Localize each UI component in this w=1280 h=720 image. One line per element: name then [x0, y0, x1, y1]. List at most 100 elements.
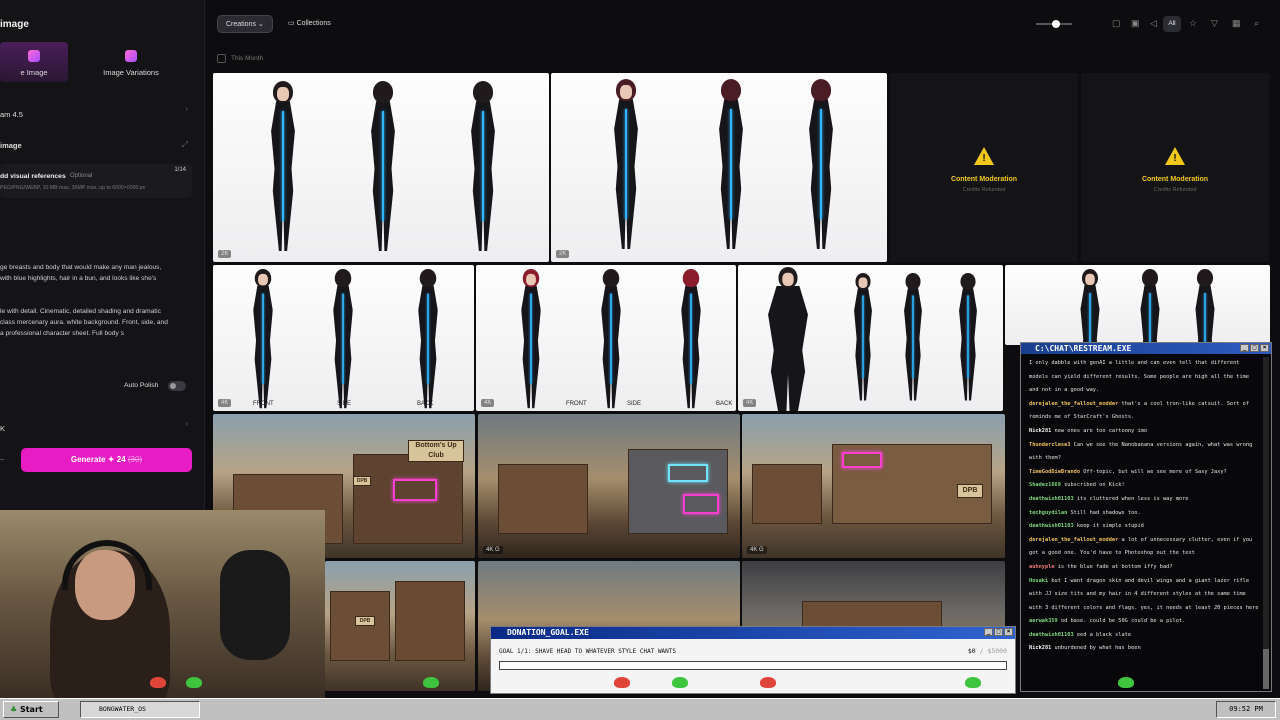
chat-messages: I only dabble with genAI a little and ca… [1029, 357, 1261, 689]
chat-username[interactable]: deathwish01103 [1029, 496, 1074, 502]
chat-username[interactable]: Shadez1669 [1029, 482, 1061, 488]
maximize-button[interactable]: □ [1250, 344, 1259, 352]
chat-message: Shadez1669 subscribed on Kick! [1029, 479, 1261, 493]
expand-icon[interactable]: ⤢ [182, 140, 188, 150]
visual-reference-dropzone[interactable]: dd visual references Optional 1/14 PEG/P… [0, 164, 192, 198]
prompt-textarea[interactable]: ge breasts and body that would make any … [0, 262, 192, 339]
minimize-button[interactable]: _ [1240, 344, 1249, 352]
building [628, 449, 728, 534]
frog-sprite [614, 677, 630, 688]
donation-titlebar[interactable]: DONATION_GOAL.EXE _ □ × [491, 627, 1015, 639]
this-month-checkbox[interactable] [217, 54, 226, 63]
chat-title: C:\CHAT\RESTREAM.EXE [1035, 344, 1132, 353]
chat-scroll-thumb[interactable] [1263, 649, 1269, 689]
gallery-image[interactable]: 2K [213, 73, 549, 262]
star-icon[interactable]: ☆ [1189, 18, 1197, 29]
chat-username[interactable]: Nick281 [1029, 645, 1051, 651]
model-selector[interactable]: am 4.5 [0, 110, 23, 119]
gallery-image[interactable]: FRONT SIDE BACK 4K [213, 265, 474, 411]
chat-username[interactable]: Hosaki [1029, 578, 1048, 584]
screen: image e Image Image Variations am 4.5 › … [0, 0, 1280, 720]
taskbar-window-item[interactable]: BONGWATER_OS [80, 701, 200, 718]
gallery-image[interactable]: DPB 4K G [742, 414, 1005, 558]
frog-sprite [423, 677, 439, 688]
tab-image-variations[interactable]: Image Variations [90, 42, 172, 82]
maximize-button[interactable]: □ [994, 628, 1003, 636]
character-front [596, 79, 656, 259]
chat-message: derejalen_the_fallout_modder that's a co… [1029, 398, 1261, 425]
image-filter-icon[interactable]: ▢ [1112, 18, 1121, 29]
label-side: SIDE [627, 401, 642, 407]
chat-message: Thunderclese3 Can we see the Nanobanana … [1029, 439, 1261, 466]
grid-icon[interactable]: ▦ [1232, 18, 1241, 29]
chat-username[interactable]: techguydilan [1029, 510, 1067, 516]
prompt-line: ge breasts and body that would make any … [0, 264, 162, 271]
close-button[interactable]: × [1260, 344, 1269, 352]
moderated-tile[interactable]: ! Content Moderation Credits Refunded [890, 73, 1078, 262]
auto-polish-toggle[interactable] [168, 381, 186, 391]
task-label: BONGWATER_OS [99, 705, 146, 713]
character-back [403, 269, 452, 409]
gallery-image[interactable]: 4K G [478, 414, 740, 558]
donation-progress-bar [499, 661, 1007, 670]
video-filter-icon[interactable]: ▣ [1131, 18, 1140, 29]
label-side: SIDE [337, 401, 352, 407]
chat-window[interactable]: C:\CHAT\RESTREAM.EXE _ □ × I only dabble… [1020, 342, 1272, 692]
gallery-image[interactable]: DPB [325, 561, 475, 691]
zoom-slider-handle[interactable] [1052, 20, 1060, 28]
chat-username[interactable]: deathwish01103 [1029, 523, 1074, 529]
minimize-button[interactable]: _ [984, 628, 993, 636]
label-back: BACK [417, 401, 434, 407]
chat-username[interactable]: TimeGodDieBrando [1029, 469, 1080, 475]
chat-username[interactable]: deathwish01103 [1029, 632, 1074, 638]
gallery-image[interactable]: 4K [738, 265, 1003, 411]
generation-panel: image e Image Image Variations am 4.5 › … [0, 0, 205, 510]
panel-title: image [0, 19, 29, 30]
sparkle-icon: ✦ [107, 455, 115, 464]
creations-label: Creations [226, 21, 256, 28]
chat-message: I only dabble with genAI a little and ca… [1029, 357, 1261, 398]
chat-username[interactable]: aerwak359 [1029, 618, 1058, 624]
start-button[interactable]: ♣ Start [3, 701, 59, 718]
gallery-image[interactable]: FRONT SIDE BACK 4K [476, 265, 736, 411]
dpb-sign: DPB [957, 484, 983, 498]
taskbar: ♣ Start BONGWATER_OS 09:52 PM [0, 698, 1280, 720]
chat-username[interactable]: Thunderclese3 [1029, 442, 1070, 448]
generate-button[interactable]: Generate ✦ 24 (30) [21, 448, 192, 472]
tab-create-image[interactable]: e Image [0, 42, 68, 82]
frog-sprite [760, 677, 776, 688]
chat-username[interactable]: derejalen_the_fallout_modder [1029, 401, 1118, 407]
dpb-sign: DPB [355, 616, 375, 626]
moderated-tile[interactable]: ! Content Moderation Credits Refunded [1081, 73, 1269, 262]
chat-scrollbar[interactable] [1263, 357, 1269, 689]
close-button[interactable]: × [1004, 628, 1013, 636]
creations-dropdown[interactable]: Creations ⌄ [217, 15, 273, 33]
chat-text: od base. could be 50G could be a pilot. [1060, 618, 1186, 625]
chat-username[interactable]: auhnyple [1029, 564, 1055, 570]
character-side [1130, 269, 1170, 345]
chat-username[interactable]: derejalen_the_fallout_modder [1029, 537, 1118, 543]
chat-message: Hosaki but I want dragon skin and devil … [1029, 575, 1261, 616]
collections-button[interactable]: ▭ Collections [280, 15, 339, 33]
chevron-right-icon: › [185, 104, 188, 113]
audio-filter-icon[interactable]: ◁ [1150, 18, 1157, 29]
headset [62, 540, 152, 590]
chat-username[interactable]: Nick281 [1029, 428, 1051, 434]
chat-titlebar[interactable]: C:\CHAT\RESTREAM.EXE _ □ × [1021, 343, 1271, 354]
funnel-icon[interactable]: ▽ [1211, 18, 1218, 29]
building [395, 581, 465, 661]
donation-goal-text: GOAL 1/1: SHAVE HEAD TO WHATEVER STYLE C… [499, 648, 677, 655]
gallery-image[interactable]: 2K [551, 73, 887, 262]
resolution-selector[interactable]: K [0, 424, 5, 433]
character-back [666, 269, 715, 409]
search-icon[interactable]: ⌕ [1254, 18, 1259, 29]
resolution-badge: 2K [556, 250, 570, 258]
chat-text: is the blue fade at bottom iffy bad? [1057, 563, 1173, 570]
minus-icon[interactable]: – [0, 454, 4, 463]
filter-all-button[interactable]: All [1163, 16, 1181, 32]
donation-goal-window[interactable]: DONATION_GOAL.EXE _ □ × GOAL 1/1: SHAVE … [490, 626, 1016, 694]
character-side [353, 81, 413, 261]
character-back [453, 81, 513, 261]
gallery-image[interactable] [1005, 265, 1270, 345]
prompt-line: a professional character sheet. Full bod… [0, 330, 124, 337]
